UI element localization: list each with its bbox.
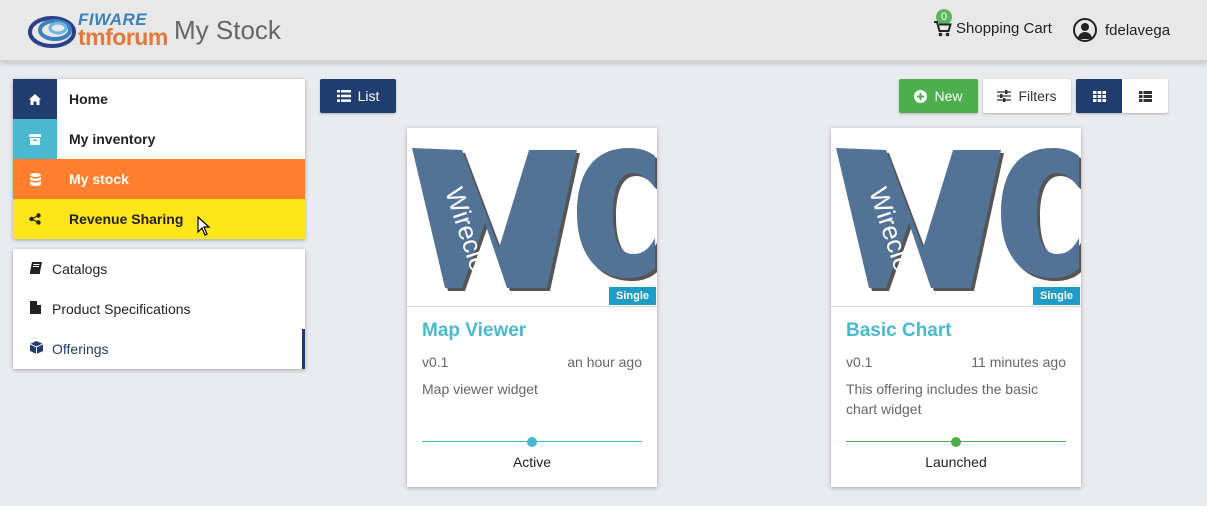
new-button-label: New bbox=[934, 88, 963, 104]
offering-title[interactable]: Map Viewer bbox=[422, 320, 526, 342]
book-icon bbox=[30, 261, 52, 277]
shopping-cart-label: Shopping Cart bbox=[956, 20, 1052, 37]
main-sidebar-nav: Home My inventory My stock Revenue Shari… bbox=[13, 79, 305, 239]
page-title: My Stock bbox=[174, 15, 281, 45]
share-icon bbox=[13, 199, 57, 239]
cube-icon bbox=[29, 341, 52, 357]
home-icon bbox=[13, 79, 57, 119]
nav-item-revenue-sharing[interactable]: Revenue Sharing bbox=[13, 199, 305, 239]
nav-item-my-stock[interactable]: My stock bbox=[13, 159, 305, 199]
secondary-sidebar-nav: Catalogs Product Specifications Offering… bbox=[13, 249, 305, 369]
offering-version: v0.1 bbox=[422, 354, 449, 370]
list-button-label: List bbox=[357, 88, 380, 104]
nav-item-home[interactable]: Home bbox=[13, 79, 305, 119]
file-icon bbox=[30, 301, 52, 317]
offering-image[interactable]: Wirecloud Single bbox=[831, 128, 1081, 307]
mouse-pointer-icon bbox=[197, 216, 211, 236]
sidebar-item-offerings[interactable]: Offerings bbox=[13, 329, 305, 369]
offering-status: Active bbox=[512, 454, 552, 470]
offering-updated-time: an hour ago bbox=[567, 354, 642, 370]
top-header: FIWARE tmforum My Stock 0 Shopping Cart … bbox=[0, 0, 1207, 62]
archive-icon bbox=[13, 119, 57, 159]
offering-status: Launched bbox=[925, 454, 987, 470]
shopping-cart-link[interactable]: Shopping Cart bbox=[934, 20, 1052, 37]
sliders-icon bbox=[997, 90, 1012, 102]
offering-version: v0.1 bbox=[846, 354, 873, 370]
logo-tmforum-text: tmforum bbox=[78, 24, 168, 50]
grid-icon bbox=[1092, 90, 1106, 102]
filters-button[interactable]: Filters bbox=[983, 79, 1071, 113]
cart-icon bbox=[934, 20, 952, 36]
user-menu[interactable]: fdelavega bbox=[1073, 18, 1170, 42]
wirecloud-logo-image: Wirecloud bbox=[412, 148, 657, 303]
list-button[interactable]: List bbox=[320, 79, 396, 113]
offering-image[interactable]: Wirecloud Single bbox=[407, 128, 657, 307]
sidebar-item-product-specifications[interactable]: Product Specifications bbox=[13, 289, 305, 329]
nav-item-label: My inventory bbox=[69, 131, 156, 147]
table-view-button[interactable] bbox=[1122, 79, 1168, 113]
offering-card[interactable]: Wirecloud Single Map Viewer v0.1 an hour… bbox=[407, 128, 657, 487]
offering-description: Map viewer widget bbox=[422, 381, 538, 397]
offering-description: This offering includes the basic chart w… bbox=[846, 381, 1038, 417]
fiware-tmforum-logo[interactable]: FIWARE tmforum bbox=[28, 10, 168, 52]
sidebar-item-catalogs[interactable]: Catalogs bbox=[13, 249, 305, 289]
sidebar-item-label: Offerings bbox=[52, 341, 109, 357]
status-dot bbox=[951, 437, 961, 447]
wirecloud-logo-image: Wirecloud bbox=[836, 148, 1081, 303]
plus-circle-icon bbox=[914, 89, 928, 103]
offering-title[interactable]: Basic Chart bbox=[846, 320, 952, 342]
nav-item-my-inventory[interactable]: My inventory bbox=[13, 119, 305, 159]
offering-updated-time: 11 minutes ago bbox=[971, 354, 1066, 370]
offering-card[interactable]: Wirecloud Single Basic Chart v0.1 11 min… bbox=[831, 128, 1081, 487]
list-icon bbox=[336, 90, 351, 102]
logo-swirl-icon bbox=[28, 16, 76, 48]
filters-button-label: Filters bbox=[1018, 88, 1057, 104]
nav-item-label: My stock bbox=[69, 171, 129, 187]
status-dot bbox=[527, 437, 537, 447]
nav-item-label: Home bbox=[69, 91, 108, 107]
user-avatar-icon bbox=[1073, 18, 1097, 42]
nav-item-label: Revenue Sharing bbox=[69, 211, 184, 227]
database-icon bbox=[13, 159, 57, 199]
new-button[interactable]: New bbox=[899, 79, 978, 113]
offering-type-badge: Single bbox=[608, 287, 656, 305]
username-label: fdelavega bbox=[1105, 21, 1171, 39]
offering-type-badge: Single bbox=[1032, 287, 1080, 305]
sidebar-item-label: Product Specifications bbox=[52, 301, 191, 317]
grid-view-button[interactable] bbox=[1076, 79, 1122, 113]
sidebar-item-label: Catalogs bbox=[52, 261, 108, 277]
th-list-icon bbox=[1138, 90, 1152, 102]
